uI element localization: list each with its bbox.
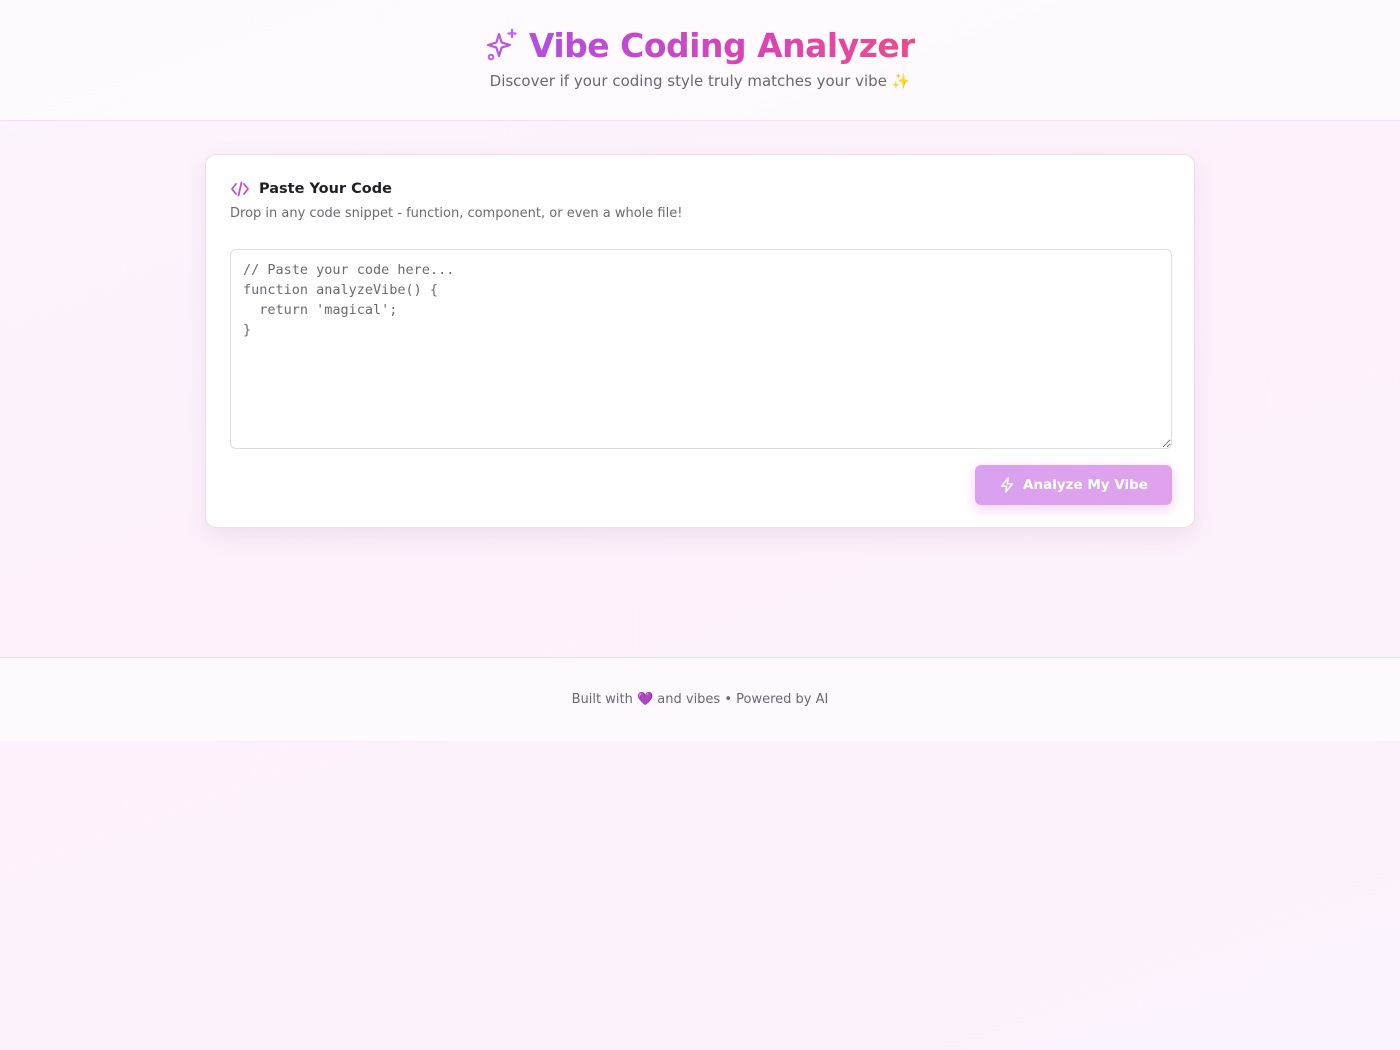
analyze-button-label: Analyze My Vibe <box>1023 477 1148 493</box>
code-input[interactable] <box>230 249 1172 449</box>
app-subtitle: Discover if your coding style truly matc… <box>489 72 911 90</box>
app-footer: Built with 💜 and vibes • Powered by AI <box>0 657 1400 741</box>
code-icon <box>230 179 250 199</box>
card-title: Paste Your Code <box>259 181 392 197</box>
app-title: Vibe Coding Analyzer <box>528 25 916 65</box>
footer-text: Built with 💜 and vibes • Powered by AI <box>571 692 829 707</box>
sparkles-icon <box>485 28 519 62</box>
analyze-my-vibe-button[interactable]: Analyze My Vibe <box>975 465 1172 505</box>
lightning-bolt-icon <box>999 477 1015 493</box>
title-row: Vibe Coding Analyzer <box>0 24 1400 66</box>
app-header: Vibe Coding Analyzer Discover if your co… <box>0 0 1400 121</box>
code-input-card: Paste Your Code Drop in any code snippet… <box>205 154 1195 528</box>
card-header: Paste Your Code <box>230 178 392 200</box>
card-description: Drop in any code snippet - function, com… <box>230 206 683 221</box>
